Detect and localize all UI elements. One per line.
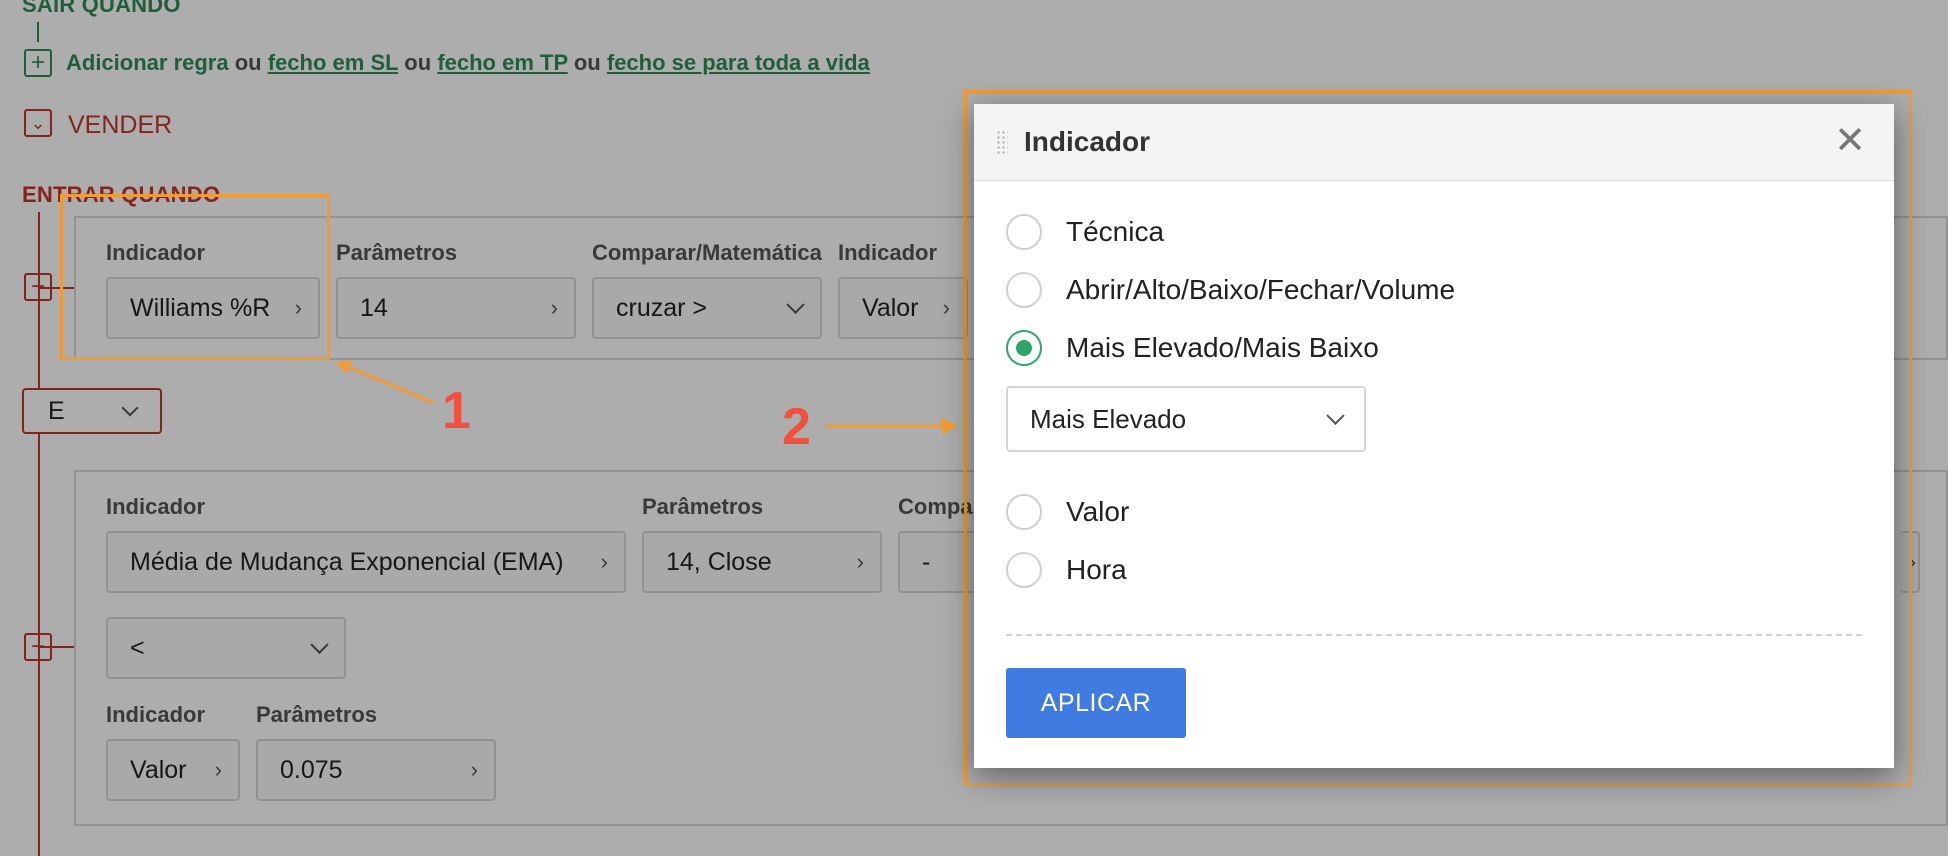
chevron-down-icon (1326, 406, 1345, 425)
radio-technical[interactable] (1006, 214, 1042, 250)
radio-highest-lowest[interactable] (1006, 330, 1042, 366)
close-icon[interactable]: ✕ (1834, 122, 1866, 160)
radio-label-time: Hora (1066, 554, 1127, 585)
radio-time[interactable] (1006, 552, 1042, 588)
radio-ohlcv[interactable] (1006, 272, 1042, 308)
indicator-modal: Indicador ✕ Técnica Abrir/Alto/Baixo/Fec… (974, 104, 1894, 768)
annotation-arrow-1 (336, 360, 435, 405)
annotation-number-2: 2 (782, 398, 811, 456)
drag-handle-icon[interactable] (996, 130, 1008, 156)
radio-label-ohlcv: Abrir/Alto/Baixo/Fechar/Volume (1066, 274, 1456, 305)
modal-title: Indicador (1024, 126, 1151, 157)
highest-lowest-select[interactable]: Mais Elevado (1006, 386, 1366, 452)
radio-label-technical: Técnica (1066, 216, 1165, 247)
annotation-arrow-2 (826, 418, 958, 434)
modal-header: Indicador ✕ (974, 104, 1894, 181)
highest-lowest-value: Mais Elevado (1030, 403, 1187, 434)
apply-button[interactable]: APLICAR (1006, 668, 1186, 738)
radio-value[interactable] (1006, 494, 1042, 530)
radio-label-value: Valor (1066, 496, 1130, 527)
annotation-box-1 (60, 194, 330, 360)
annotation-number-1: 1 (442, 382, 471, 440)
divider (1006, 634, 1862, 636)
radio-label-highest-lowest: Mais Elevado/Mais Baixo (1066, 332, 1379, 363)
